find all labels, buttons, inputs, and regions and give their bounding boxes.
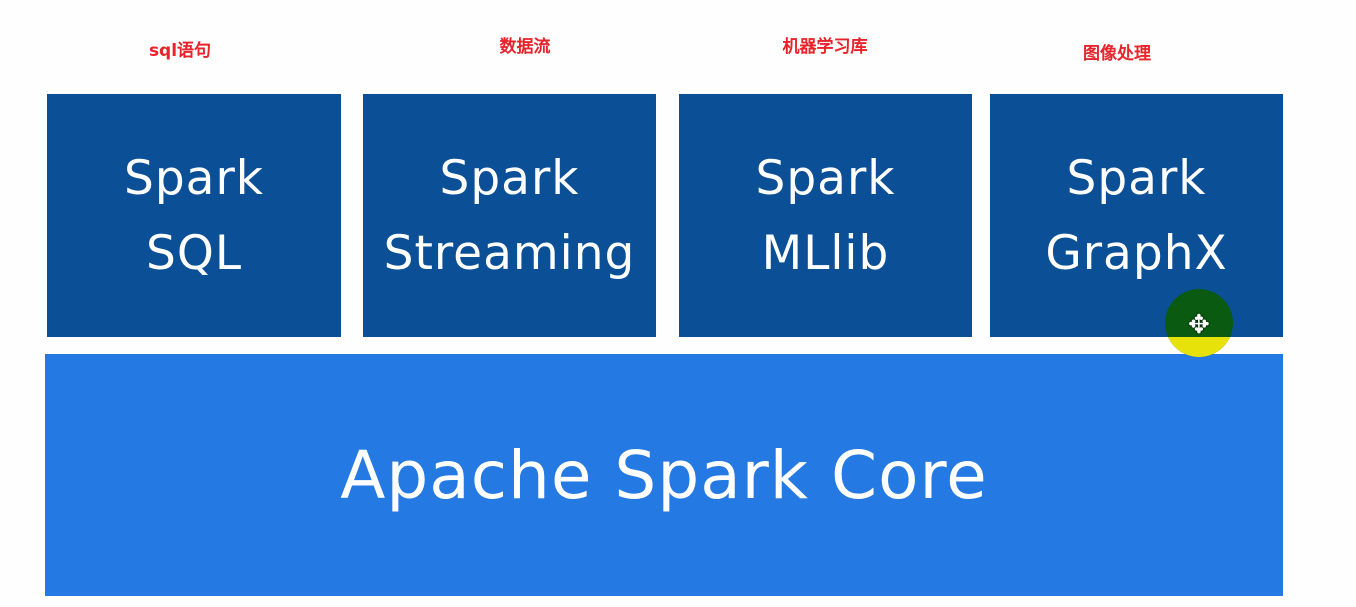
spark-streaming-box: Spark Streaming bbox=[363, 94, 656, 337]
module-line1: Spark bbox=[123, 150, 264, 206]
annotation-sql: sql语句 bbox=[148, 41, 212, 61]
annotation-mllib: 机器学习库 bbox=[782, 37, 868, 57]
module-line1: Spark bbox=[439, 150, 580, 206]
annotation-streaming: 数据流 bbox=[499, 37, 551, 57]
spark-core-box: Apache Spark Core bbox=[45, 354, 1283, 596]
core-label: Apache Spark Core bbox=[340, 436, 988, 514]
spark-graphx-box: Spark GraphX bbox=[990, 94, 1283, 337]
move-cursor-icon: ✥ bbox=[1188, 310, 1210, 340]
module-line1: Spark bbox=[1066, 150, 1207, 206]
module-line1: Spark bbox=[755, 150, 896, 206]
spark-mllib-box: Spark MLlib bbox=[679, 94, 972, 337]
module-line2: MLlib bbox=[761, 225, 890, 281]
module-line2: SQL bbox=[145, 225, 242, 281]
annotation-graphx: 图像处理 bbox=[1083, 44, 1151, 64]
spark-sql-box: Spark SQL bbox=[47, 94, 341, 337]
module-line2: Streaming bbox=[383, 225, 636, 281]
module-line2: GraphX bbox=[1045, 225, 1228, 281]
